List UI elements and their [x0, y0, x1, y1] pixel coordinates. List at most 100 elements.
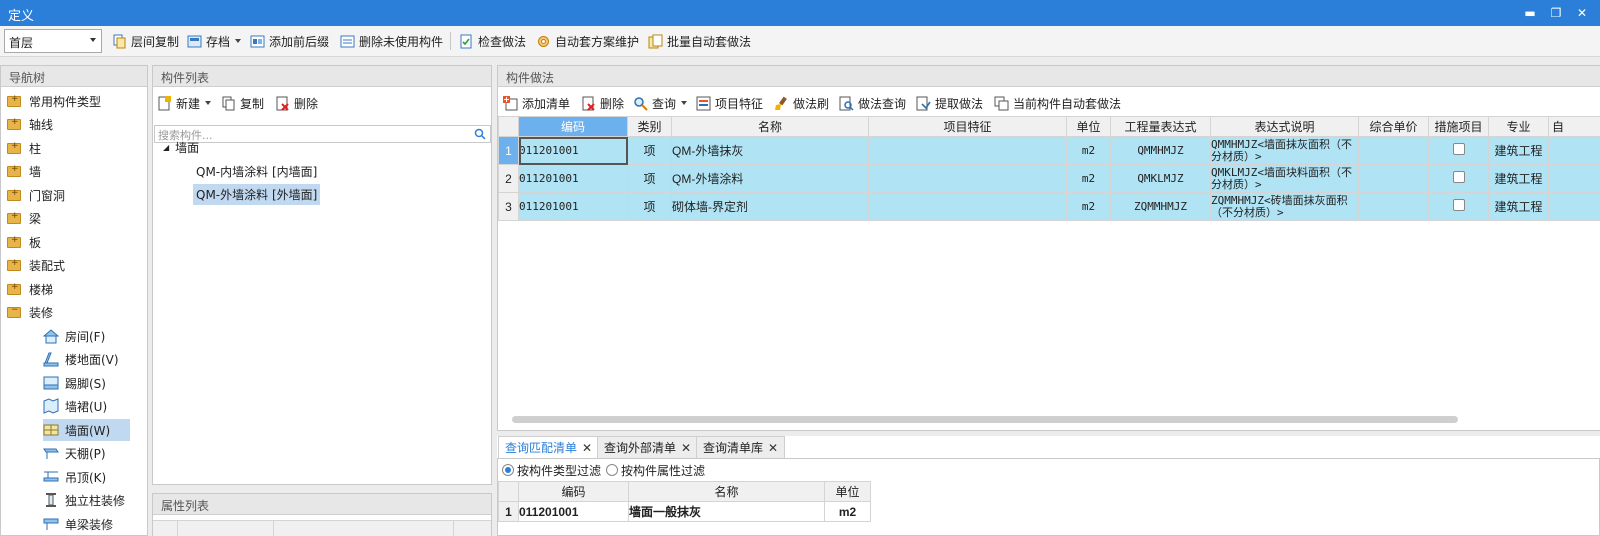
cell-name[interactable]: QM-外墙涂料: [671, 164, 869, 193]
method-brush-button[interactable]: 做法刷: [774, 91, 829, 115]
copy-component-button[interactable]: 复制: [221, 91, 264, 115]
column-header-unit[interactable]: 单位: [824, 481, 871, 502]
cell-name[interactable]: 砌体墙-界定剂: [671, 192, 869, 221]
nav-item-wall[interactable]: 墙: [7, 160, 41, 182]
splitter[interactable]: [152, 485, 492, 493]
close-icon[interactable]: ✕: [768, 441, 778, 455]
delete-component-button[interactable]: 删除: [275, 91, 318, 115]
nav-item-stairs[interactable]: 楼梯: [7, 278, 53, 300]
nav-sub-column-decoration[interactable]: 独立柱装修: [43, 489, 130, 511]
column-header-type[interactable]: 类别: [627, 116, 672, 137]
measure-checkbox[interactable]: [1452, 199, 1465, 211]
cell-feature[interactable]: [868, 136, 1067, 165]
column-header-unit-price[interactable]: 综合单价: [1358, 116, 1429, 137]
search-icon[interactable]: [474, 128, 486, 140]
add-prefix-suffix-button[interactable]: 添加前后缀: [250, 29, 329, 53]
column-header-name[interactable]: 名称: [628, 481, 825, 502]
cell-type[interactable]: 项: [627, 192, 672, 221]
nav-sub-dado[interactable]: 墙裙(U): [43, 395, 130, 417]
nav-item-door-window[interactable]: 门窗洞: [7, 184, 65, 206]
cell-unit-price[interactable]: [1358, 136, 1429, 165]
close-icon[interactable]: ✕: [582, 441, 592, 455]
close-icon[interactable]: ✕: [681, 441, 691, 455]
auto-apply-current-button[interactable]: 当前构件自动套做法: [994, 91, 1121, 115]
column-header-measure[interactable]: 措施项目: [1428, 116, 1489, 137]
tab-match-bill[interactable]: 查询匹配清单 ✕: [498, 436, 600, 458]
column-header-code[interactable]: 编码: [518, 481, 629, 502]
tab-bill-library[interactable]: 查询清单库 ✕: [696, 436, 786, 458]
cell-expression[interactable]: ZQMMHMJZ: [1110, 192, 1211, 221]
cell-expression-desc[interactable]: ZQMMHMJZ<砖墙面抹灰面积（不分材质）>: [1210, 192, 1359, 221]
horizontal-scrollbar[interactable]: [512, 416, 1458, 423]
filter-by-type-radio[interactable]: 按构件类型过滤: [502, 462, 601, 478]
column-header-unit[interactable]: 单位: [1066, 116, 1111, 137]
archive-button[interactable]: 存档: [187, 29, 242, 53]
measure-checkbox[interactable]: [1452, 171, 1465, 183]
nav-item-decoration[interactable]: 装修: [7, 301, 53, 323]
delete-bill-button[interactable]: 删除: [581, 91, 624, 115]
cell-code[interactable]: 011201001: [518, 501, 629, 522]
tab-external-bill[interactable]: 查询外部清单 ✕: [597, 436, 699, 458]
measure-checkbox[interactable]: [1452, 143, 1465, 155]
row-number[interactable]: 2: [498, 164, 519, 193]
cell-major[interactable]: 建筑工程: [1488, 192, 1549, 221]
table-row[interactable]: 2 011201001 项 QM-外墙涂料 m2 QMKLMJZ QMKLMJZ…: [498, 164, 1600, 193]
column-header-expression-desc[interactable]: 表达式说明: [1210, 116, 1359, 137]
nav-sub-room[interactable]: 房间(F): [43, 325, 130, 347]
nav-item-common-types[interactable]: 常用构件类型: [7, 90, 101, 112]
cell-type[interactable]: 项: [627, 164, 672, 193]
extract-method-button[interactable]: 提取做法: [916, 91, 983, 115]
cell-name[interactable]: 墙面一般抹灰: [628, 501, 825, 522]
column-header-major[interactable]: 专业: [1488, 116, 1549, 137]
batch-auto-method-button[interactable]: 批量自动套做法: [648, 29, 751, 53]
cell-auto[interactable]: [1548, 136, 1600, 165]
component-item-exterior-paint[interactable]: QM-外墙涂料 [外墙面]: [193, 184, 321, 205]
cell-expression[interactable]: QMMHMJZ: [1110, 136, 1211, 165]
cell-auto[interactable]: [1548, 192, 1600, 221]
nav-item-prefab[interactable]: 装配式: [7, 254, 65, 276]
row-number[interactable]: 3: [498, 192, 519, 221]
column-header-feature[interactable]: 项目特征: [868, 116, 1067, 137]
column-header-auto[interactable]: 自: [1548, 116, 1600, 137]
cell-major[interactable]: 建筑工程: [1488, 164, 1549, 193]
add-bill-button[interactable]: 添加清单: [503, 91, 570, 115]
nav-sub-suspended-ceiling[interactable]: 吊顶(K): [43, 466, 130, 488]
row-number[interactable]: 1: [498, 136, 519, 165]
nav-sub-floor-surface[interactable]: 楼地面(V): [43, 348, 130, 370]
cell-unit[interactable]: m2: [1066, 192, 1111, 221]
cell-code[interactable]: 011201001: [518, 164, 628, 193]
auto-plan-maintenance-button[interactable]: 自动套方案维护: [536, 29, 639, 53]
cell-expression[interactable]: QMKLMJZ: [1110, 164, 1211, 193]
cell-code[interactable]: 011201001: [518, 192, 628, 221]
minimize-button[interactable]: ▬: [1520, 3, 1540, 23]
delete-unused-button[interactable]: 删除未使用构件: [340, 29, 443, 53]
column-header-name[interactable]: 名称: [671, 116, 869, 137]
cell-feature[interactable]: [868, 164, 1067, 193]
cell-type[interactable]: 项: [627, 136, 672, 165]
cell-expression-desc[interactable]: QMKLMJZ<墙面块料面积（不分材质）>: [1210, 164, 1359, 193]
cell-unit[interactable]: m2: [1066, 164, 1111, 193]
cell-name[interactable]: QM-外墙抹灰: [671, 136, 869, 165]
collapse-triangle-icon[interactable]: ◢: [163, 143, 169, 152]
column-header-code[interactable]: 编码: [518, 116, 628, 137]
table-row[interactable]: 1 011201001 项 QM-外墙抹灰 m2 QMMHMJZ QMMHMJZ…: [498, 136, 1600, 165]
component-item-interior-paint[interactable]: QM-内墙涂料 [内墙面]: [193, 161, 320, 182]
cell-feature[interactable]: [868, 192, 1067, 221]
cell-unit-price[interactable]: [1358, 164, 1429, 193]
nav-sub-ceiling[interactable]: 天棚(P): [43, 442, 130, 464]
row-number[interactable]: 1: [498, 501, 519, 522]
nav-item-column[interactable]: 柱: [7, 137, 41, 159]
column-header-expression[interactable]: 工程量表达式: [1110, 116, 1211, 137]
restore-button[interactable]: ❐: [1546, 3, 1566, 23]
method-query-button[interactable]: 做法查询: [839, 91, 906, 115]
query-button[interactable]: 查询: [633, 91, 688, 115]
table-row[interactable]: 1 011201001 墙面一般抹灰 m2: [498, 501, 871, 522]
floor-select[interactable]: 首层: [4, 29, 102, 53]
cell-expression-desc[interactable]: QMMHMJZ<墙面抹灰面积（不分材质）>: [1210, 136, 1359, 165]
filter-by-attribute-radio[interactable]: 按构件属性过滤: [606, 462, 705, 478]
nav-item-slab[interactable]: 板: [7, 231, 41, 253]
nav-sub-wall-surface[interactable]: 墙面(W): [43, 419, 130, 441]
cell-unit-price[interactable]: [1358, 192, 1429, 221]
copy-between-floors-button[interactable]: 层间复制: [112, 29, 179, 53]
close-button[interactable]: ✕: [1572, 3, 1592, 23]
